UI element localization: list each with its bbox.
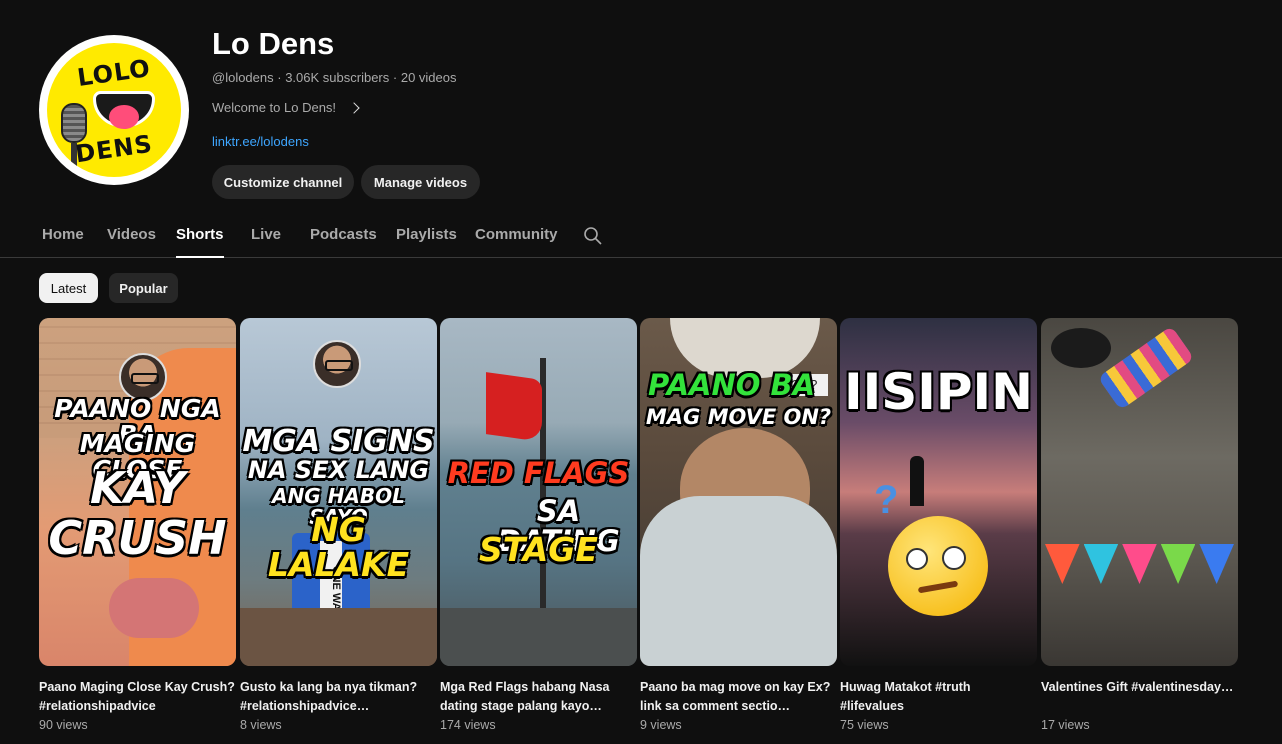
short-title[interactable]: Paano Maging Close Kay Crush? #relations… <box>39 678 236 716</box>
channel-tabs: Home Videos Shorts Live Podcasts Playlis… <box>0 217 1282 258</box>
short-card[interactable]: ON? PAANO BA MAG MOVE ON? Paano ba mag m… <box>640 318 837 732</box>
tab-community[interactable]: Community <box>475 226 558 258</box>
short-title[interactable]: Gusto ka lang ba nya tikman? #relationsh… <box>240 678 437 716</box>
tab-podcasts[interactable]: Podcasts <box>310 226 377 258</box>
chip-popular[interactable]: Popular <box>109 273 178 303</box>
short-views: 9 views <box>640 718 682 732</box>
search-icon[interactable] <box>583 226 603 246</box>
overlay-line-4: CRUSH <box>48 511 227 565</box>
overlay-line-1: MGA SIGNS <box>242 424 435 459</box>
short-thumbnail[interactable]: ? IISIPIN <box>840 318 1037 666</box>
emoji-eye <box>942 546 966 570</box>
logo-text-top: LOLO <box>75 54 153 92</box>
overlay-line-2: NA SEX LANG <box>247 456 430 484</box>
bunting-graphic <box>1041 544 1238 584</box>
chevron-right-icon <box>348 101 360 114</box>
pebble-beach-graphic <box>240 608 437 666</box>
short-card[interactable]: Valentines Gift #valentinesday… 17 views <box>1041 318 1238 732</box>
short-views: 174 views <box>440 718 496 732</box>
shirt-graphic <box>640 496 837 666</box>
chip-latest[interactable]: Latest <box>39 273 98 303</box>
overlay-line-1: PAANO BA <box>648 368 816 402</box>
tab-home[interactable]: Home <box>42 226 84 258</box>
short-card[interactable]: ? IISIPIN Huwag Matakot #truth #lifevalu… <box>840 318 1037 732</box>
channel-avatar[interactable]: LOLO DENS <box>39 35 189 185</box>
meta-separator: · <box>392 70 401 85</box>
short-title[interactable]: Huwag Matakot #truth #lifevalues <box>840 678 1037 716</box>
shirt-graphic <box>109 578 199 638</box>
question-mark: ? <box>874 478 899 522</box>
overlay-line-3: STAGE <box>479 530 598 569</box>
overlay-line-1: IISIPIN <box>844 363 1033 421</box>
channel-meta: @lolodens · 3.06K subscribers · 20 video… <box>212 70 457 85</box>
short-title[interactable]: Valentines Gift #valentinesday… <box>1041 678 1238 716</box>
thinking-emoji <box>888 516 988 616</box>
channel-handle: @lolodens <box>212 70 274 85</box>
short-title[interactable]: Paano ba mag move on kay Ex? link sa com… <box>640 678 837 716</box>
tab-live[interactable]: Live <box>251 226 281 258</box>
description-text: Welcome to Lo Dens! <box>212 100 337 115</box>
manage-videos-button[interactable]: Manage videos <box>361 165 480 199</box>
emoji-mouth <box>917 580 959 594</box>
short-card[interactable]: ONE WAY MGA SIGNS NA SEX LANG ANG HABOL … <box>240 318 437 732</box>
short-views: 90 views <box>39 718 88 732</box>
channel-logo: LOLO DENS <box>47 43 181 177</box>
channel-page: LOLO DENS Lo Dens @lolodens · 3.06K subs… <box>0 0 1282 744</box>
channel-link[interactable]: linktr.ee/lolodens <box>212 134 309 149</box>
tab-playlists[interactable]: Playlists <box>396 226 457 258</box>
overlay-line-2: MAG MOVE ON? <box>645 405 832 429</box>
short-thumbnail[interactable]: ONE WAY MGA SIGNS NA SEX LANG ANG HABOL … <box>240 318 437 666</box>
short-title[interactable]: Mga Red Flags habang Nasa dating stage p… <box>440 678 637 716</box>
channel-description[interactable]: Welcome to Lo Dens! <box>212 100 360 115</box>
short-card[interactable]: RED FLAGS SA DATING STAGE Mga Red Flags … <box>440 318 637 732</box>
overlay-line-1: RED FLAGS <box>447 456 630 490</box>
rocks-graphic <box>440 608 637 666</box>
meta-separator: · <box>277 70 286 85</box>
tab-videos[interactable]: Videos <box>107 226 156 258</box>
party-popper-graphic <box>1097 325 1195 411</box>
microphone-icon <box>61 103 87 143</box>
creator-face <box>313 340 361 388</box>
short-views: 75 views <box>840 718 889 732</box>
short-thumbnail[interactable] <box>1041 318 1238 666</box>
short-views: 17 views <box>1041 718 1090 732</box>
tab-shorts[interactable]: Shorts <box>176 226 224 258</box>
subscriber-count: 3.06K subscribers <box>285 70 390 85</box>
overlay-line-4: NG LALAKE <box>267 510 410 584</box>
tongue-graphic <box>109 105 139 129</box>
blurred-object <box>1051 328 1111 368</box>
short-thumbnail[interactable]: RED FLAGS SA DATING STAGE <box>440 318 637 666</box>
overlay-line-3: KAY <box>90 463 185 514</box>
channel-name: Lo Dens <box>212 26 335 61</box>
video-count: 20 videos <box>400 70 457 85</box>
silhouette-graphic <box>910 456 924 506</box>
short-thumbnail[interactable]: PAANO NGA BA MAGING CLOSE KAY CRUSH <box>39 318 236 666</box>
emoji-eye <box>906 548 928 570</box>
short-views: 8 views <box>240 718 282 732</box>
customize-channel-button[interactable]: Customize channel <box>212 165 354 199</box>
short-card[interactable]: PAANO NGA BA MAGING CLOSE KAY CRUSH Paan… <box>39 318 236 732</box>
red-flag-graphic <box>486 372 542 442</box>
short-thumbnail[interactable]: ON? PAANO BA MAG MOVE ON? <box>640 318 837 666</box>
